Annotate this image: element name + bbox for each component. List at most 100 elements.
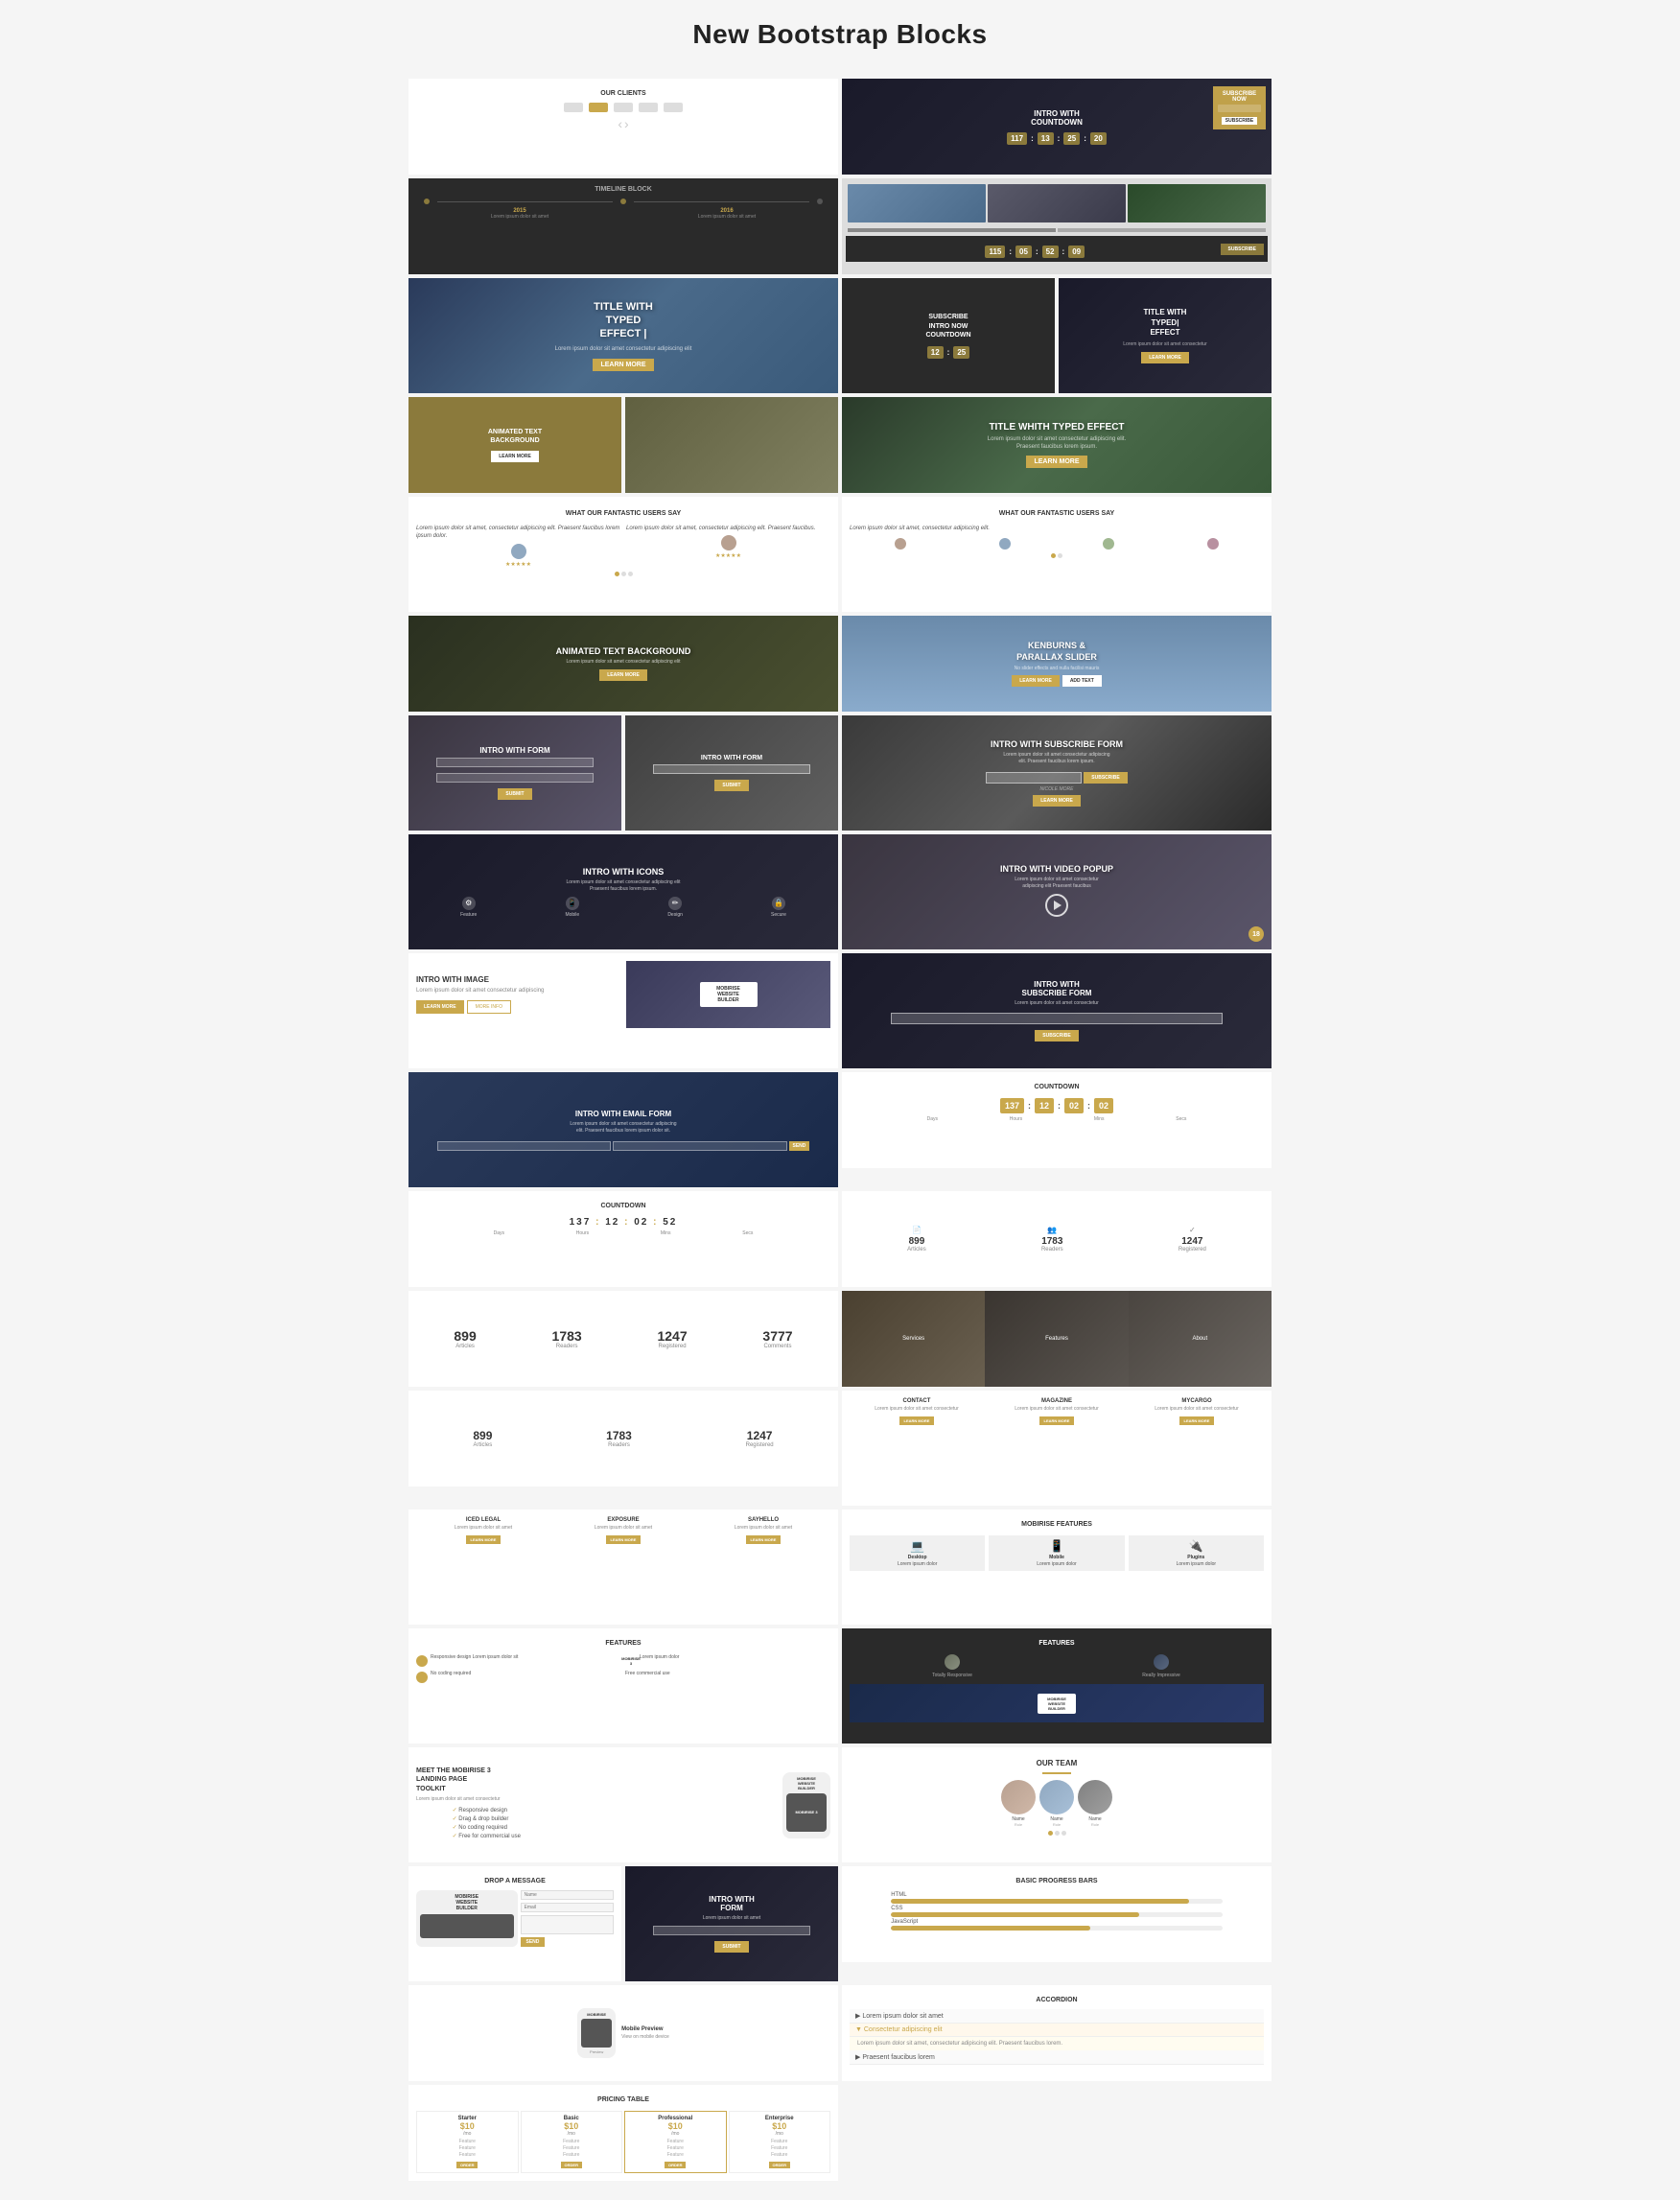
kenburns-btn1[interactable]: LEARN MORE (1012, 675, 1060, 687)
final-form-submit[interactable]: SUBMIT (714, 1941, 748, 1953)
form-input-1[interactable] (436, 758, 595, 767)
service-btn-1[interactable]: LEARN MORE (899, 1416, 935, 1425)
intro-form-dark-block[interactable]: INTRO WITH FORM SUBMIT (408, 715, 621, 831)
subscribe-now-button[interactable]: SUBSCRIBE (1222, 117, 1257, 125)
kenburns-btn2[interactable]: ADD TEXT (1062, 675, 1102, 687)
animated-text-dark-block[interactable]: ANIMATED TEXT BACKGROUND Lorem ipsum dol… (408, 616, 838, 712)
features-dark-block[interactable]: FEATURES Totally Responsive Really Impre… (842, 1628, 1272, 1744)
title-typed-dark-block[interactable]: TITLE WITHTYPED|EFFECT Lorem ipsum dolor… (1059, 278, 1272, 393)
title-typed-forest-block[interactable]: TITLE WHITH TYPED EFFECT Lorem ipsum dol… (842, 397, 1272, 493)
progress-bars-block[interactable]: Basic Progress Bars HTML CSS JavaScript (842, 1866, 1272, 1962)
pricing-basic[interactable]: Basic $10 /mo FeatureFeatureFeature ORDE… (521, 2111, 623, 2173)
icon-item: 📱 Mobile (565, 897, 579, 918)
service-btn-2[interactable]: LEARN MORE (1039, 1416, 1075, 1425)
testimonials-right-block[interactable]: WHAT OUR FANTASTIC USERS SAY Lorem ipsum… (842, 497, 1272, 612)
contact-message[interactable] (521, 1915, 615, 1934)
subscribe-input-2[interactable] (891, 1013, 1223, 1024)
service-btn-5[interactable]: LEARN MORE (606, 1535, 642, 1544)
subscribe-btn-2[interactable]: SUBSCRIBE (1035, 1030, 1078, 1041)
accordion-block[interactable]: Accordion ▶ Lorem ipsum dolor sit amet ▼… (842, 1985, 1272, 2081)
pricing-row: Starter $10 /mo FeatureFeatureFeature OR… (416, 2111, 830, 2173)
team-member-2-role: Role (1039, 1822, 1074, 1827)
email-form-name[interactable] (437, 1141, 611, 1151)
team-member-2-photo (1039, 1780, 1074, 1814)
subscribe-intro-countdown-block[interactable]: subscribeINTRO NowCOUNTDOWN 12 : 25 (842, 278, 1055, 393)
subscribe-form-button[interactable]: SUBSCRIBE (1084, 772, 1127, 784)
intro-image-btn1[interactable]: LEARN MORE (416, 1000, 464, 1014)
final-form-input[interactable] (653, 1926, 811, 1935)
video-play-button[interactable] (1045, 894, 1068, 917)
subscribe-form-cta[interactable]: LEARN MORE (1033, 795, 1081, 807)
pricing-basic-btn[interactable]: ORDER (561, 2162, 582, 2168)
learn-more-button[interactable]: LEARN MORE (593, 359, 653, 371)
countdown2-min: 02 (634, 1217, 648, 1228)
countdown-1-block[interactable]: COUNTDOWN 137 : 12 : 02 : 02 Days Hours … (842, 1072, 1272, 1168)
intro-form-phone-block[interactable]: INTRO WITH FORM SUBMIT (625, 715, 838, 831)
form-submit-button[interactable]: SUBMIT (498, 788, 531, 800)
features-mobirise-block[interactable]: MEET THE MOBIRISE 3LANDING PAGETOOLKIT L… (408, 1747, 838, 1862)
intro-subscribe-form-2-block[interactable]: INTRO WITHSUBSCRIBE FORM Lorem ipsum dol… (842, 953, 1272, 1068)
intro-email-form-block[interactable]: INTRO WITH EMAIL FORM Lorem ipsum dolor … (408, 1072, 838, 1187)
mobirise-features-block[interactable]: MOBIRISE FEATURES 💻 Desktop Lorem ipsum … (842, 1510, 1272, 1625)
email-form-email[interactable] (613, 1141, 786, 1151)
contact-send-button[interactable]: SEND (521, 1937, 546, 1947)
countdown2-day: 137 (570, 1217, 592, 1228)
mobile-preview-block: MOBIRISE Preview Mobile Preview View on … (408, 1985, 838, 2081)
our-team-label: OUR TEAM (850, 1755, 1264, 1769)
accordion-item-3[interactable]: ▶ Praesent faucibus lorem (850, 2050, 1264, 2065)
phone-form-input[interactable] (653, 764, 811, 774)
intro-image-block[interactable]: INTRO WITH IMAGE Lorem ipsum dolor sit a… (408, 953, 838, 1068)
countdown1-day: 137 (1000, 1098, 1024, 1113)
service-btn-4[interactable]: LEARN MORE (466, 1535, 502, 1544)
intro-form-final-block[interactable]: INTRO WITHFORM Lorem ipsum dolor sit ame… (625, 1866, 838, 1981)
subscribe-button[interactable]: SUBSCRIBE (1221, 244, 1264, 255)
service-btn-3[interactable]: LEARN MORE (1179, 1416, 1215, 1425)
intro-countdown-block[interactable]: INTRO WITHCOUNTDOWN 117 : 13 : 25 : 20 S… (842, 79, 1272, 175)
pricing-pro[interactable]: Professional $10 /mo FeatureFeatureFeatu… (624, 2111, 727, 2173)
our-team-block[interactable]: OUR TEAM Name Role Name Role Name Role (842, 1747, 1272, 1862)
our-clients-block[interactable]: OUR CLIENTS ‹ › (408, 79, 838, 175)
avatar4 (1103, 538, 1114, 550)
features-2-label: FEATURES (416, 1636, 830, 1649)
service-btn-6[interactable]: LEARN MORE (746, 1535, 782, 1544)
kenburns-block[interactable]: KENBURNS &PARALLAX SLIDER No slider effe… (842, 616, 1272, 712)
animated-cta-button[interactable]: LEARN MORE (599, 669, 647, 681)
accordion-item-2[interactable]: ▼ Consectetur adipiscing elit (850, 2024, 1264, 2037)
drop-message-block[interactable]: DROP A MESSAGE MOBIRISEWEBSITEBUILDER SE… (408, 1866, 621, 1981)
cta-animated-button[interactable]: LEARN MORE (491, 451, 539, 462)
accordion-item-1[interactable]: ▶ Lorem ipsum dolor sit amet (850, 2009, 1264, 2024)
phone-form-submit[interactable]: SUBMIT (714, 780, 748, 791)
pricing-starter-btn[interactable]: ORDER (456, 2162, 478, 2168)
team-member-1-photo (1001, 1780, 1036, 1814)
kenburns-title: KENBURNS &PARALLAX SLIDER (1016, 641, 1097, 663)
features-2-block[interactable]: FEATURES Responsive design Lorem ipsum d… (408, 1628, 838, 1744)
email-form-submit[interactable]: SEND (789, 1141, 810, 1151)
cta-button[interactable]: LEARN MORE (1141, 352, 1189, 363)
pricing-pro-btn[interactable]: ORDER (665, 2162, 686, 2168)
testimonials-left-block[interactable]: WHAT OUR FANTASTIC USERS SAY Lorem ipsum… (408, 497, 838, 612)
stat-1247: 1247 Registered (657, 1328, 687, 1349)
testimonial-text: Lorem ipsum dolor sit amet, consectetur … (626, 525, 830, 532)
pricing-table-block[interactable]: PRICING TABLE Starter $10 /mo FeatureFea… (408, 2085, 838, 2181)
thumbnail-row (846, 182, 1268, 224)
pricing-enterprise-btn[interactable]: ORDER (769, 2162, 790, 2168)
stat-readers: 👥 1783 Readers (1041, 1226, 1063, 1252)
pricing-enterprise[interactable]: Enterprise $10 /mo FeatureFeatureFeature… (729, 2111, 831, 2173)
pricing-starter[interactable]: Starter $10 /mo FeatureFeatureFeature OR… (416, 2111, 519, 2173)
title-typed-mountain-block[interactable]: TITLE WITHTYPEDEFFECT | Lorem ipsum dolo… (408, 278, 838, 393)
countdown-2-block[interactable]: COUNTDOWN 137 : 12 : 02 : 52 Days Hours … (408, 1191, 838, 1287)
timeline-block[interactable]: TIMELINE BLOCK 2015 Lorem ipsum dolor si… (408, 178, 838, 274)
contact-name[interactable] (521, 1890, 615, 1900)
intro-video-popup-block[interactable]: INTRO WITH VIDEO POPUP Lorem ipsum dolor… (842, 834, 1272, 949)
form-input-2[interactable] (436, 773, 595, 783)
contact-email[interactable] (521, 1903, 615, 1912)
animated-text-olive-block[interactable]: ANIMATED TEXTBACKGROUND LEARN MORE (408, 397, 621, 493)
intro-icons-block[interactable]: INTRO WITH ICONS Lorem ipsum dolor sit a… (408, 834, 838, 949)
subscribe-email-input[interactable] (986, 772, 1082, 784)
intro-subscribe-form-block[interactable]: INTRO WITH SUBSCRIBE FORM Lorem ipsum do… (842, 715, 1272, 831)
services-2-block[interactable]: Iced Legal Lorem ipsum dolor sit amet LE… (408, 1510, 838, 1625)
stat-row3-2: 1247 Registered (746, 1429, 774, 1448)
intro-image-btn2[interactable]: MORE INFO (467, 1000, 511, 1014)
forest-cta-button[interactable]: LEARN MORE (1026, 456, 1086, 468)
services-1-block[interactable]: Contact Lorem ipsum dolor sit amet conse… (842, 1391, 1272, 1506)
